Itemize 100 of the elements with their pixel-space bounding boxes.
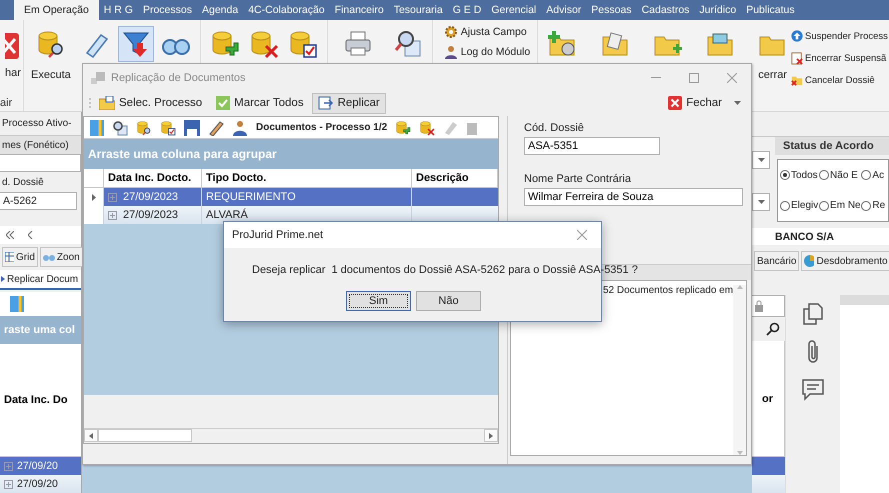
dossier-field[interactable]: A-5262 xyxy=(0,192,77,210)
comment-icon xyxy=(802,379,824,401)
log-box[interactable]: 52 Documentos replicado em xyxy=(510,280,747,456)
menu-tab[interactable]: Tesouraria xyxy=(388,0,448,20)
menu-tab[interactable]: Em Operação xyxy=(14,0,99,20)
cancel-dossier-button[interactable]: Cancelar Dossiê xyxy=(790,72,889,88)
caret-icon xyxy=(758,158,764,162)
party-field[interactable]: Wilmar Ferreira de Souza xyxy=(524,188,743,206)
dialog-title: ProJurid Prime.net xyxy=(232,229,324,241)
module-log-button[interactable]: Log do Módulo xyxy=(442,44,532,60)
detail-tab[interactable]: Desdobramento xyxy=(801,251,889,271)
execute-button[interactable]: Executa xyxy=(28,26,74,84)
radio-option[interactable]: Ac xyxy=(861,170,886,181)
ruler-icon xyxy=(10,296,24,312)
row-indicator[interactable] xyxy=(84,188,104,206)
field-label: Cód. Dossiê xyxy=(524,122,585,134)
left-icon xyxy=(28,231,33,239)
toolbar-button[interactable]: Selec. Processo xyxy=(93,92,208,114)
view-tab[interactable]: Zoon xyxy=(40,247,83,267)
menu-tab[interactable]: H R G xyxy=(98,0,138,20)
end-suspension-button[interactable]: Encerrar Suspensã xyxy=(790,50,889,66)
menu-tab[interactable]: Jurídico xyxy=(694,0,742,20)
header-corner xyxy=(84,169,104,188)
dossier-label: d. Dossiê xyxy=(2,176,44,188)
magnifier-icon xyxy=(112,120,128,136)
menu-tab[interactable]: Publicatus xyxy=(741,0,800,20)
adjust-field-button[interactable]: Ajusta Campo xyxy=(442,24,532,40)
column-header[interactable]: Data Inc. Docto. xyxy=(104,169,202,188)
name-field[interactable] xyxy=(0,154,81,172)
minimize-icon xyxy=(651,77,661,79)
paperclip-icon xyxy=(806,339,820,365)
dropdown-button[interactable] xyxy=(752,193,770,211)
database-check-icon xyxy=(160,120,176,136)
clipboard-icon xyxy=(791,51,803,65)
group-caption: air xyxy=(0,97,12,109)
view-tab[interactable]: Grid xyxy=(2,247,38,267)
menu-tab[interactable]: Advisor xyxy=(541,0,586,20)
radio-option[interactable]: Elegiv xyxy=(780,200,820,212)
gear-icon xyxy=(444,25,458,39)
app-icon xyxy=(91,72,105,84)
close-button[interactable]: har xyxy=(4,26,24,80)
column-header[interactable]: Tipo Docto. xyxy=(202,169,412,188)
radio-option[interactable]: Em Ne xyxy=(819,200,862,212)
grid-row[interactable]: 27/09/2023 REQUERIMENTO xyxy=(104,188,498,206)
grid-title: Documentos - Processo 1/2 xyxy=(256,122,388,133)
database-check-icon xyxy=(288,29,318,59)
detail-tab[interactable]: Bancário xyxy=(754,251,800,271)
caret-icon xyxy=(734,101,741,105)
close-icon xyxy=(577,230,587,240)
export-icon xyxy=(318,96,334,110)
maximize-icon xyxy=(689,73,699,83)
eraser-icon xyxy=(443,120,458,134)
bank-name: BANCO S/A xyxy=(775,230,834,242)
down-icon xyxy=(736,451,743,455)
radio-option[interactable]: Todos xyxy=(780,170,820,181)
dropdown-button[interactable] xyxy=(752,151,770,169)
grid-icon xyxy=(5,252,14,262)
menu-tab[interactable]: 4C-Colaboração xyxy=(243,0,330,20)
filter-button[interactable] xyxy=(118,26,154,62)
menu-tab[interactable]: G E D xyxy=(448,0,486,20)
radio-option[interactable]: Re xyxy=(861,200,886,212)
dialog-button[interactable]: Sim xyxy=(346,291,411,311)
filter-value: Processo Ativo- xyxy=(2,118,72,129)
horizontal-scrollbar[interactable] xyxy=(84,428,498,442)
grid-row[interactable]: 27/09/20 xyxy=(0,457,81,475)
stamp-icon xyxy=(465,120,480,134)
menu-tab[interactable]: Processos xyxy=(138,0,197,20)
log-text: 52 Documentos replicado em xyxy=(603,285,734,298)
suspend-button[interactable]: Suspender Process xyxy=(790,28,889,44)
menu-tab[interactable]: Financeiro xyxy=(330,0,389,20)
lock-field[interactable] xyxy=(752,295,785,317)
menu-tab[interactable]: Gerencial xyxy=(486,0,542,20)
menu-tab[interactable]: Cadastros xyxy=(636,0,694,20)
column-header[interactable]: or xyxy=(752,341,785,457)
expand-icon xyxy=(4,480,13,488)
radio-option[interactable]: Não E xyxy=(819,170,862,181)
dossier-field[interactable]: ASA-5351 xyxy=(524,137,660,155)
close-icon xyxy=(5,33,19,59)
field-label: Nome Parte Contrária xyxy=(524,173,632,185)
window-title: Replicação de Documentos xyxy=(111,72,246,84)
close-menu-button[interactable]: Fechar xyxy=(662,92,747,114)
magnifier-icon xyxy=(392,29,423,59)
grid-row[interactable]: 27/09/20 xyxy=(0,475,81,493)
replicate-tab[interactable]: Replicar Docum xyxy=(0,270,81,290)
close-folder-button[interactable]: cerrar xyxy=(754,26,790,84)
dialog-button[interactable]: Não xyxy=(416,291,481,311)
expand-icon xyxy=(4,462,13,470)
bullet-icon xyxy=(1,276,5,282)
menu-tab[interactable]: Agenda xyxy=(196,0,244,20)
pen-icon xyxy=(208,120,224,136)
group-hint: Arraste uma coluna para agrupar xyxy=(88,147,277,161)
group-hint: raste uma col xyxy=(4,324,75,336)
menu-tab[interactable]: Pessoas xyxy=(586,0,637,20)
toolbar-button[interactable]: Replicar xyxy=(312,92,386,114)
expand-icon xyxy=(108,192,117,202)
column-header[interactable]: Data Inc. Do xyxy=(0,344,81,457)
toolbar-button[interactable]: Marcar Todos xyxy=(210,92,310,114)
database-search-icon xyxy=(136,120,152,136)
person-icon xyxy=(232,120,248,136)
column-header[interactable]: Descrição xyxy=(412,169,498,188)
